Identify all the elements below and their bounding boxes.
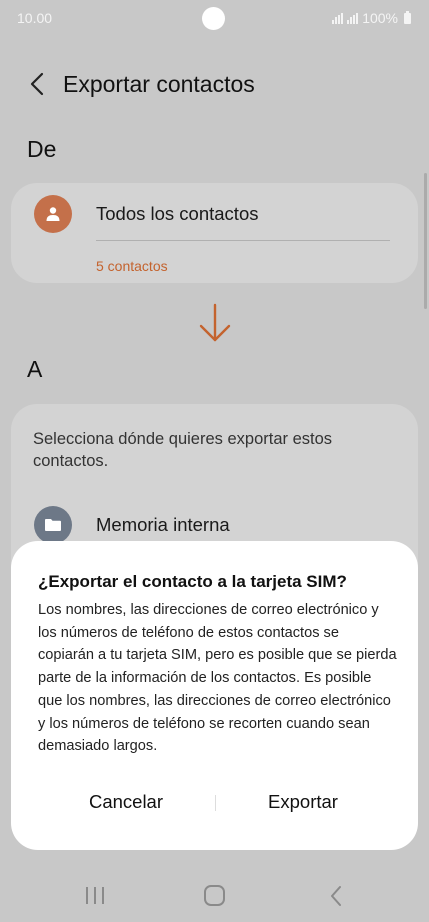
status-bar: 10.00 100% (0, 0, 429, 36)
navigation-bar (0, 868, 429, 922)
back-icon[interactable] (326, 884, 346, 908)
internal-memory-option[interactable]: Memoria interna (96, 514, 230, 536)
export-button[interactable]: Exportar (213, 791, 393, 813)
contact-count: 5 contactos (96, 258, 168, 274)
to-section-label: A (27, 356, 43, 382)
back-button[interactable] (22, 68, 52, 100)
screen: 10.00 100% Exportar contactos De Todos l… (0, 0, 429, 922)
export-sim-dialog: ¿Exportar el contacto a la tarjeta SIM? … (11, 541, 418, 850)
person-icon (46, 207, 60, 221)
folder-icon (45, 519, 61, 531)
dialog-message: Los nombres, las direcciones de correo e… (38, 602, 397, 755)
signal-icon (332, 12, 344, 24)
from-section-label: De (27, 136, 57, 162)
arrow-down-icon (199, 303, 231, 342)
scrollbar[interactable] (424, 173, 427, 309)
battery-percent: 100% (362, 10, 398, 26)
dialog-title: ¿Exportar el contacto a la tarjeta SIM? (38, 572, 347, 591)
page-title: Exportar contactos (63, 71, 255, 97)
recent-apps-icon[interactable] (86, 887, 104, 904)
camera-cutout (202, 7, 225, 30)
home-icon[interactable] (204, 885, 225, 906)
status-time: 10.00 (17, 10, 53, 26)
battery-icon (404, 10, 411, 24)
all-contacts-option[interactable]: Todos los contactos 5 contactos (11, 183, 418, 283)
all-contacts-label: Todos los contactos (96, 203, 259, 224)
cancel-button[interactable]: Cancelar (36, 791, 216, 813)
signal-icon (347, 12, 359, 24)
divider (96, 240, 390, 241)
back-arrow-icon (30, 72, 44, 96)
contact-avatar (34, 195, 72, 233)
status-icons: 100% (332, 10, 411, 26)
destination-prompt: Selecciona dónde quieres exportar estos … (33, 430, 333, 470)
folder-avatar[interactable] (34, 506, 72, 544)
